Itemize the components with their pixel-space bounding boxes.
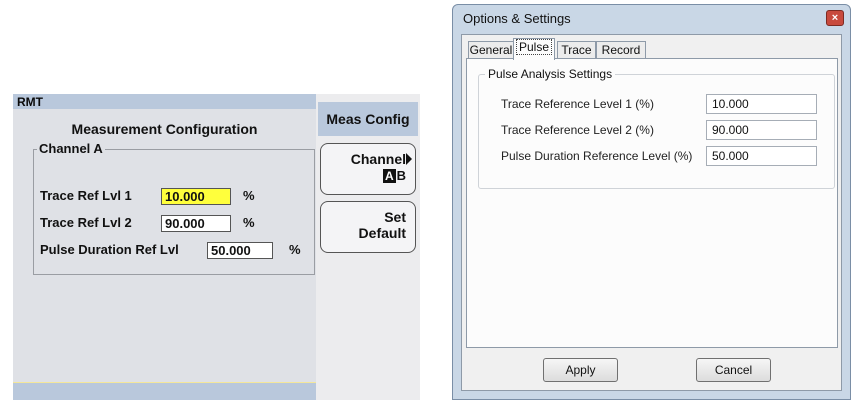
instrument-panel: RMT Measurement Configuration Channel A …	[13, 94, 420, 400]
pulse-duration-unit: %	[289, 242, 301, 257]
measurement-config-screen: Measurement Configuration Channel A Trac…	[13, 109, 316, 382]
options-settings-dialog: Options & Settings × General Pulse Trace…	[452, 4, 851, 400]
channel-group: Channel A Trace Ref Lvl 1 10.000 % Trace…	[33, 141, 315, 275]
tab-record[interactable]: Record	[596, 41, 646, 59]
dialog-title: Options & Settings	[463, 11, 571, 26]
trace-ref-lvl-2-unit: %	[243, 215, 255, 230]
tab-trace-label: Trace	[561, 43, 592, 57]
channel-group-label: Channel A	[37, 141, 105, 156]
softkey-menu-title: Meas Config	[318, 102, 418, 136]
set-default-line2: Default	[358, 225, 406, 241]
pulse-duration-row: Pulse Duration Ref Lvl	[40, 242, 179, 257]
pulse-analysis-group-label: Pulse Analysis Settings	[485, 67, 616, 81]
tab-record-label: Record	[601, 43, 641, 57]
pulse-duration-reference-level-label: Pulse Duration Reference Level (%)	[501, 149, 693, 163]
status-bar: RMT	[13, 94, 316, 109]
pulse-duration-label: Pulse Duration Ref Lvl	[40, 242, 179, 257]
close-button[interactable]: ×	[826, 10, 844, 26]
submenu-arrow-icon	[406, 153, 412, 165]
dialog-client-area: General Pulse Trace Record Pulse Analysi…	[461, 34, 842, 391]
channel-softkey-label: Channel	[350, 151, 406, 167]
pulse-analysis-group: Pulse Analysis Settings Trace Reference …	[478, 67, 835, 189]
trace-ref-lvl-1-unit: %	[243, 188, 255, 203]
close-icon: ×	[831, 12, 839, 24]
trace-reference-level-2-label: Trace Reference Level 2 (%)	[501, 123, 654, 137]
cancel-button[interactable]: Cancel	[696, 358, 771, 382]
channel-b-option: B	[396, 168, 406, 183]
tab-trace[interactable]: Trace	[557, 41, 596, 59]
trace-ref-lvl-1-row: Trace Ref Lvl 1	[40, 188, 132, 203]
apply-button[interactable]: Apply	[543, 358, 618, 382]
trace-reference-level-2-input[interactable]: 90.000	[706, 120, 817, 140]
trace-ref-lvl-2-label: Trace Ref Lvl 2	[40, 215, 132, 230]
bottom-status-bar	[13, 382, 316, 400]
trace-ref-lvl-1-field[interactable]: 10.000	[161, 188, 231, 205]
softkey-column: Meas Config Channel AB Set Default	[316, 94, 420, 400]
channel-a-selected: A	[382, 169, 396, 183]
channel-ab-selector: AB	[321, 167, 406, 183]
remote-indicator: RMT	[17, 95, 43, 109]
trace-ref-lvl-1-label: Trace Ref Lvl 1	[40, 188, 132, 203]
tab-pulse[interactable]: Pulse	[513, 38, 555, 60]
channel-softkey[interactable]: Channel AB	[320, 143, 416, 195]
pulse-duration-field[interactable]: 50.000	[207, 242, 273, 259]
pulse-tab-pane: Pulse Analysis Settings Trace Reference …	[466, 58, 838, 348]
trace-ref-lvl-2-field[interactable]: 90.000	[161, 215, 231, 232]
set-default-line1: Set	[384, 209, 406, 225]
set-default-softkey[interactable]: Set Default	[320, 201, 416, 253]
tab-general[interactable]: General	[468, 41, 514, 59]
trace-reference-level-1-label: Trace Reference Level 1 (%)	[501, 97, 654, 111]
trace-reference-level-1-input[interactable]: 10.000	[706, 94, 817, 114]
trace-ref-lvl-2-row: Trace Ref Lvl 2	[40, 215, 132, 230]
tab-pulse-label: Pulse	[515, 39, 553, 55]
page-title: Measurement Configuration	[71, 121, 258, 137]
tab-general-label: General	[469, 43, 513, 57]
pulse-duration-reference-level-input[interactable]: 50.000	[706, 146, 817, 166]
